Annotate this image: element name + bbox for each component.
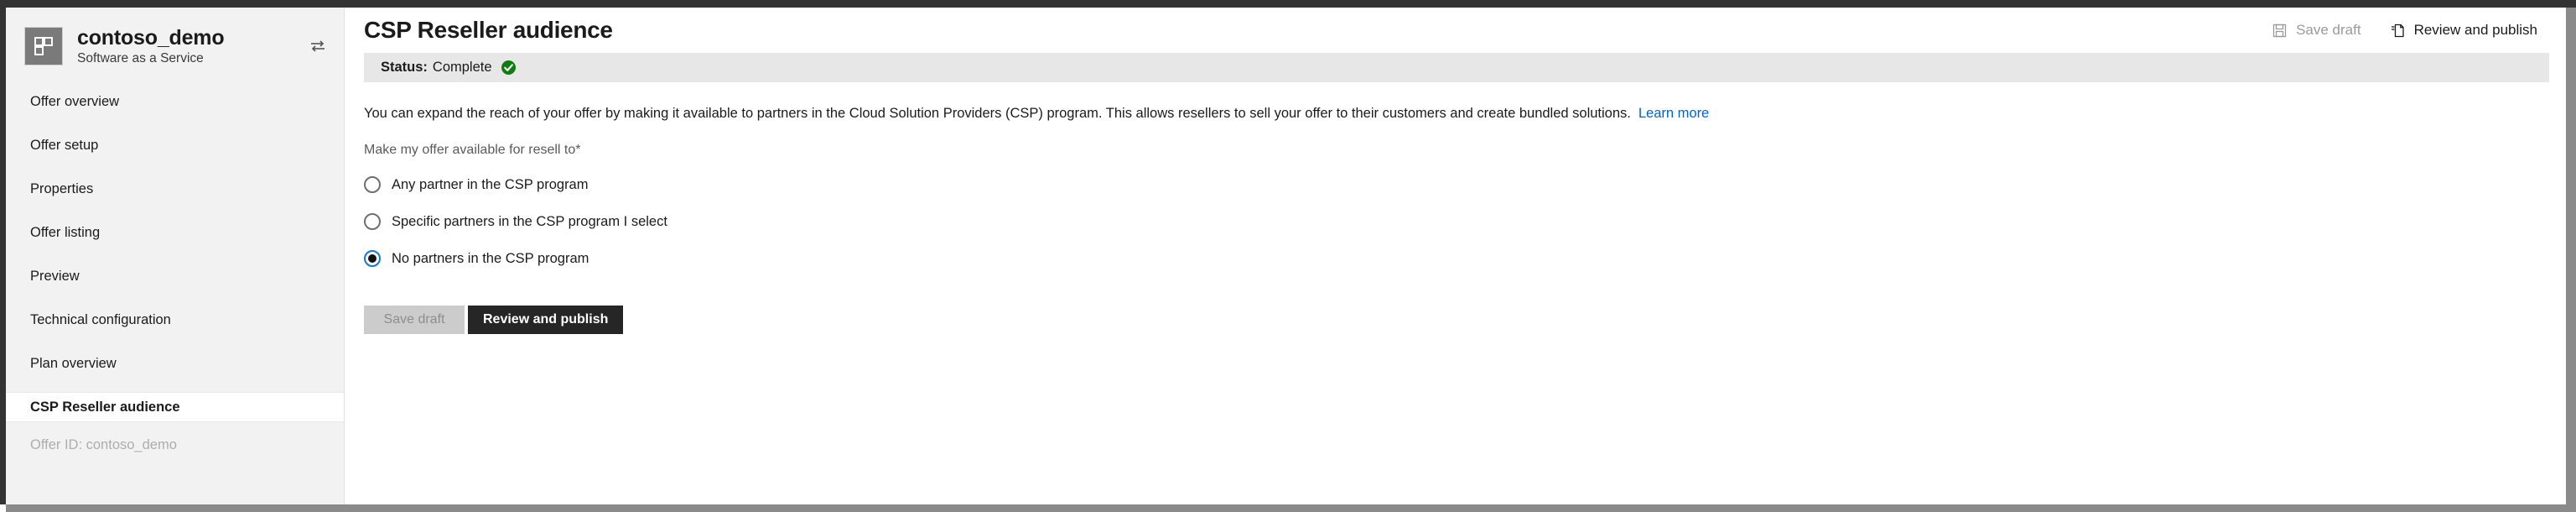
description-paragraph: You can expand the reach of your offer b… [364,104,2566,123]
sidebar-item-label: Preview [30,268,80,284]
description-text: You can expand the reach of your offer b… [364,106,1631,121]
form-actions: Save draft Review and publish [364,306,2566,335]
learn-more-link[interactable]: Learn more [1639,106,1709,121]
sidebar-item-offer-overview[interactable]: Offer overview [6,86,344,117]
sidebar-title-block: contoso_demo Software as a Service [77,26,307,67]
window-left-edge [0,8,6,504]
status-banner: Status: Complete [364,53,2549,82]
sidebar-nav: Offer overview Offer setup Properties Of… [6,85,344,459]
save-draft-button[interactable]: Save draft [364,306,465,335]
window-top-bar [0,0,2576,8]
sidebar-header: contoso_demo Software as a Service [6,8,344,85]
radio-option-any-partner[interactable]: Any partner in the CSP program [364,171,2566,198]
radio-circle-icon [364,176,381,194]
radio-option-no-partners[interactable]: No partners in the CSP program [364,245,2566,272]
sidebar-item-label: Technical configuration [30,311,171,327]
sidebar-item-plan-overview[interactable]: Plan overview [6,348,344,379]
grid-tiles-icon [24,27,63,65]
switch-arrows-icon[interactable] [307,35,329,57]
sidebar-item-label: Plan overview [30,355,117,371]
app-name: contoso_demo [77,25,225,50]
horizontal-scrollbar-thumb[interactable] [6,504,2576,512]
sidebar-item-csp-reseller-audience[interactable]: CSP Reseller audience [6,392,344,422]
app-window: contoso_demo Software as a Service Offer… [0,0,2576,512]
sidebar-offer-id: Offer ID: contoso_demo [30,436,177,452]
sidebar-item-label: Offer overview [30,93,120,109]
radio-option-label: No partners in the CSP program [392,250,589,266]
save-draft-command-label: Save draft [2296,22,2361,38]
required-marker: * [575,143,581,158]
sidebar-item-offer-listing[interactable]: Offer listing [6,217,344,248]
page-title: CSP Reseller audience [364,17,613,43]
save-draft-command[interactable]: Save draft [2272,22,2361,39]
radio-option-label: Specific partners in the CSP program I s… [392,213,667,229]
horizontal-scrollbar[interactable] [6,504,2576,512]
publish-page-icon [2390,23,2406,39]
resell-field-label: Make my offer available for resell to* [364,143,2566,158]
status-label: Status: [381,60,428,75]
radio-option-specific-partners[interactable]: Specific partners in the CSP program I s… [364,208,2566,235]
review-and-publish-command-label: Review and publish [2413,22,2537,38]
main-content: CSP Reseller audience Save draft Review … [345,8,2566,504]
sidebar-item-properties[interactable]: Properties [6,174,344,204]
vertical-scrollbar-thumb[interactable] [2566,8,2576,504]
green-check-circle-icon [501,60,517,76]
review-and-publish-button[interactable]: Review and publish [468,306,624,335]
command-bar: CSP Reseller audience Save draft Review … [345,8,2566,53]
radio-circle-selected-icon [364,250,381,268]
review-and-publish-command[interactable]: Review and publish [2390,22,2537,39]
radio-circle-icon [364,213,381,231]
sidebar: contoso_demo Software as a Service Offer… [6,8,345,504]
sidebar-item-preview[interactable]: Preview [6,261,344,291]
sidebar-item-offer-setup[interactable]: Offer setup [6,130,344,160]
resell-audience-radio-group: Any partner in the CSP program Specific … [364,171,2566,272]
sidebar-item-label: Offer setup [30,137,99,153]
sidebar-item-label: Offer listing [30,224,101,240]
sidebar-item-label: Properties [30,180,94,196]
command-bar-actions: Save draft Review and publish [2272,8,2537,53]
status-value: Complete [432,60,492,75]
save-disk-icon [2272,23,2288,39]
sidebar-item-technical-configuration[interactable]: Technical configuration [6,305,344,335]
resell-field-label-text: Make my offer available for resell to [364,143,576,158]
app-subtitle: Software as a Service [77,50,204,65]
vertical-scrollbar[interactable] [2566,8,2576,504]
sidebar-item-label: CSP Reseller audience [30,399,180,415]
radio-option-label: Any partner in the CSP program [392,176,589,192]
content-area: You can expand the reach of your offer b… [345,82,2566,335]
